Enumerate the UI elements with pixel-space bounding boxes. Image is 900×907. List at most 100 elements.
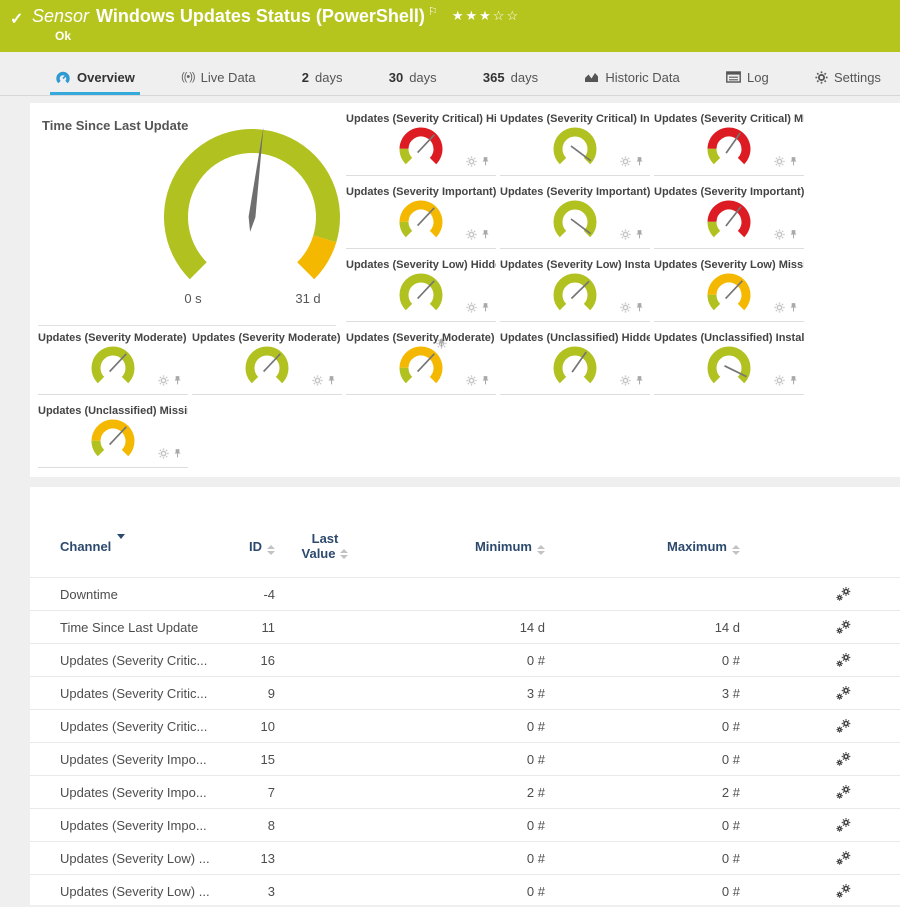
mini-gauge-title: Updates (Unclassified) Hidden — [500, 332, 650, 344]
cell-id: 10 — [230, 719, 275, 734]
mini-gauge-title: Updates (Severity Critical) Hi... — [346, 113, 496, 125]
channel-settings-icon[interactable] — [835, 685, 852, 702]
channel-table-panel: ChannelIDLastValue MinimumMaximum Downti… — [30, 487, 900, 905]
mini-gauge-title: Updates (Severity Important) ... — [500, 186, 650, 198]
mini-gauge-dial — [703, 272, 755, 314]
channel-settings-icon[interactable] — [835, 586, 852, 603]
cell-id: 3 — [230, 884, 275, 899]
channel-settings-icon[interactable] — [835, 883, 852, 900]
star-filled-icon[interactable]: ★ — [479, 8, 493, 23]
gauge-settings-gear-icon[interactable] — [774, 373, 785, 391]
gauge-settings-gear-icon[interactable] — [466, 373, 477, 391]
channel-settings-icon[interactable] — [835, 784, 852, 801]
gauge-settings-gear-icon[interactable] — [466, 227, 477, 245]
sort-both-icon — [267, 545, 275, 555]
gauge-pin-icon[interactable] — [788, 373, 799, 391]
channel-table-body: Downtime-4Time Since Last Update1114 d14… — [30, 577, 900, 907]
channel-table-header: ChannelIDLastValue MinimumMaximum — [30, 487, 900, 577]
cell-maximum: 0 # — [545, 719, 740, 734]
mini-gauge-9: Updates (Severity Moderate) ... — [38, 328, 188, 395]
overview-panel: Time Since Last Update 0 s 31 d Updates … — [30, 103, 900, 477]
gauge-pin-icon[interactable] — [326, 373, 337, 391]
tab-30-days[interactable]: 30days — [384, 62, 442, 95]
gauge-pin-icon[interactable] — [480, 373, 491, 391]
priority-stars[interactable]: ★★★☆☆ — [452, 8, 520, 23]
tab-live-data[interactable]: ((•))Live Data — [176, 62, 260, 95]
gauge-settings-gear-icon[interactable] — [466, 300, 477, 318]
channel-row-4: Updates (Severity Critic...100 #0 # — [30, 709, 900, 742]
cell-minimum: 0 # — [375, 884, 545, 899]
column-header-name[interactable]: Channel — [60, 539, 230, 554]
mini-gauge-title: Updates (Severity Low) Hidden — [346, 259, 496, 271]
gauge-settings-gear-icon[interactable] — [620, 373, 631, 391]
gauge-pin-icon[interactable] — [788, 300, 799, 318]
sort-both-icon — [732, 545, 740, 555]
gauge-settings-gear-icon[interactable] — [312, 373, 323, 391]
channel-row-9: Updates (Severity Low) ...30 #0 # — [30, 874, 900, 907]
gauge-pin-icon[interactable] — [788, 227, 799, 245]
tab-log[interactable]: Log — [721, 62, 774, 95]
gauge-settings-gear-icon[interactable] — [620, 227, 631, 245]
column-header-last_value[interactable]: LastValue — [275, 531, 375, 561]
gauge-pin-icon[interactable] — [480, 300, 491, 318]
mini-gauge-title: Updates (Severity Moderate) I... — [192, 332, 342, 344]
cell-name: Updates (Severity Impo... — [60, 818, 230, 833]
gauge-settings-gear-icon[interactable] — [620, 154, 631, 172]
gauge-pin-icon[interactable] — [172, 373, 183, 391]
tab-2-days[interactable]: 2days — [297, 62, 348, 95]
tab-settings[interactable]: Settings — [810, 62, 886, 95]
channel-row-0: Downtime-4 — [30, 577, 900, 610]
mini-gauge-dial — [703, 345, 755, 387]
sensor-title: Windows Updates Status (PowerShell) — [96, 6, 425, 26]
channel-settings-icon[interactable] — [835, 718, 852, 735]
gauge-pin-icon[interactable] — [480, 227, 491, 245]
tab-365-days[interactable]: 365days — [478, 62, 543, 95]
cell-maximum: 0 # — [545, 851, 740, 866]
mini-gauge-dial — [87, 418, 139, 460]
tab-number: 365 — [483, 70, 505, 85]
column-header-maximum[interactable]: Maximum — [545, 537, 740, 555]
star-filled-icon[interactable]: ★ — [465, 8, 479, 23]
channel-row-8: Updates (Severity Low) ...130 #0 # — [30, 841, 900, 874]
channel-settings-icon[interactable] — [835, 850, 852, 867]
gauge-pin-icon[interactable] — [480, 154, 491, 172]
gauge-pin-icon[interactable] — [172, 446, 183, 464]
gauge-icon — [55, 70, 71, 84]
star-empty-icon[interactable]: ☆ — [506, 8, 520, 23]
mini-gauge-dial — [703, 199, 755, 241]
gauge-settings-gear-icon[interactable] — [774, 300, 785, 318]
gauge-settings-gear-icon[interactable] — [158, 446, 169, 464]
star-filled-icon[interactable]: ★ — [452, 8, 466, 23]
gauge-pin-icon[interactable] — [634, 227, 645, 245]
mini-gauge-2: Updates (Severity Critical) Mi... — [654, 109, 804, 176]
gauge-settings-gear-icon[interactable] — [774, 227, 785, 245]
cell-name: Updates (Severity Critic... — [60, 653, 230, 668]
tab-historic-data[interactable]: Historic Data — [579, 62, 684, 95]
column-header-id[interactable]: ID — [230, 537, 275, 555]
cell-maximum: 0 # — [545, 884, 740, 899]
gauge-pin-icon[interactable] — [634, 154, 645, 172]
mini-gauge-title: Updates (Severity Important) ... — [654, 186, 804, 198]
gauge-pin-icon[interactable] — [788, 154, 799, 172]
cell-id: 16 — [230, 653, 275, 668]
gauge-settings-gear-icon[interactable] — [466, 154, 477, 172]
channel-settings-icon[interactable] — [835, 619, 852, 636]
tab-overview[interactable]: Overview — [50, 62, 140, 95]
star-empty-icon[interactable]: ☆ — [493, 8, 507, 23]
cell-minimum: 0 # — [375, 719, 545, 734]
mini-gauge-title: Updates (Severity Low) Missi... — [654, 259, 804, 271]
mini-gauge-title: Updates (Severity Important) ... — [346, 186, 496, 198]
channel-settings-icon[interactable] — [835, 751, 852, 768]
flag-icon[interactable]: ⚐ — [428, 6, 438, 18]
sensor-tabbar: Overview ((•))Live Data 2days 30days 365days… — [0, 62, 900, 96]
channel-row-7: Updates (Severity Impo...80 #0 # — [30, 808, 900, 841]
gauge-settings-gear-icon[interactable] — [158, 373, 169, 391]
channel-settings-icon[interactable] — [835, 817, 852, 834]
gauge-settings-gear-icon[interactable] — [620, 300, 631, 318]
gauge-pin-icon[interactable] — [634, 373, 645, 391]
gauge-settings-gear-icon[interactable] — [774, 154, 785, 172]
mini-gauge-title: Updates (Severity Moderate) ... — [38, 332, 188, 344]
channel-settings-icon[interactable] — [835, 652, 852, 669]
gauge-pin-icon[interactable] — [634, 300, 645, 318]
column-header-minimum[interactable]: Minimum — [375, 537, 545, 555]
